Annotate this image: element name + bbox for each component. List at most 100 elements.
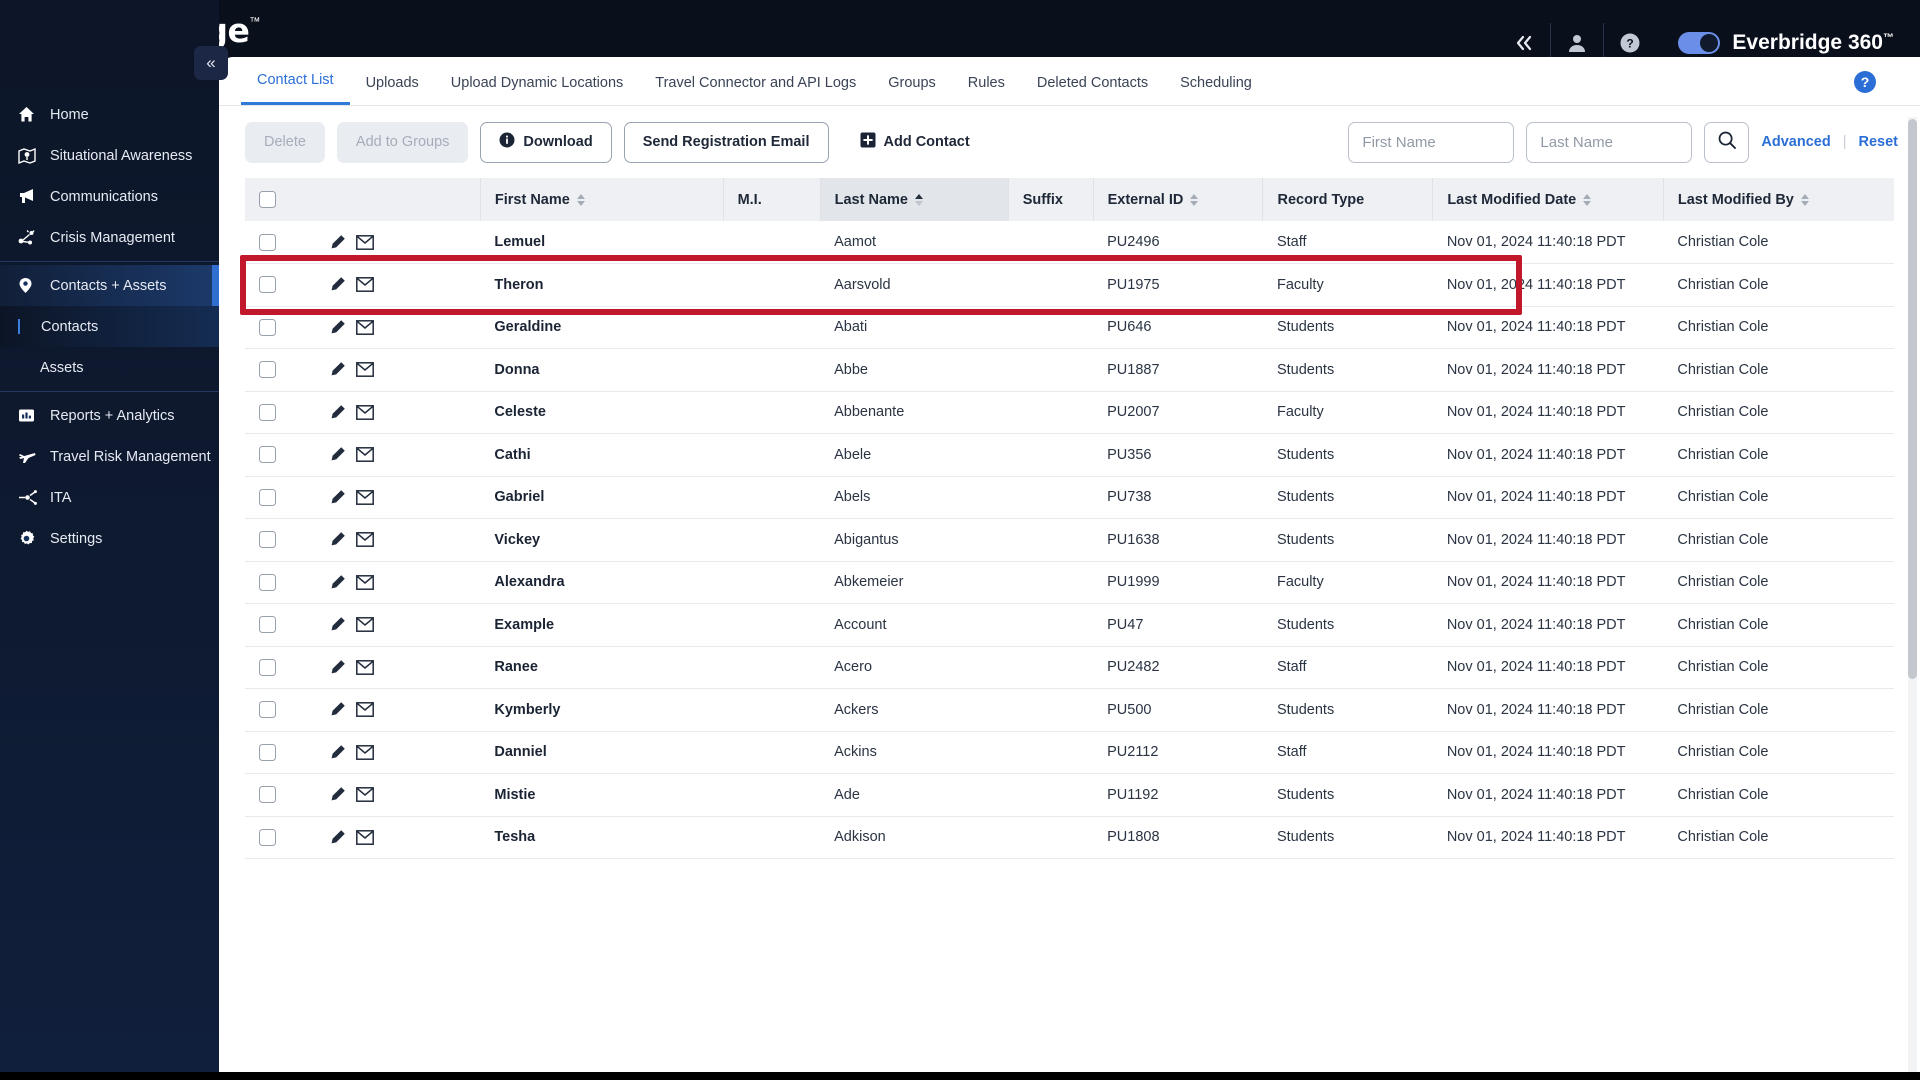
envelope-icon[interactable] [356, 277, 375, 293]
pencil-icon[interactable] [329, 786, 346, 803]
row-checkbox[interactable] [259, 658, 276, 676]
pencil-icon[interactable] [329, 744, 346, 761]
pencil-icon[interactable] [329, 404, 346, 421]
sidebar-item-crisis-management[interactable]: Crisis Management [0, 217, 219, 258]
vertical-scrollbar-thumb[interactable] [1908, 119, 1917, 679]
pencil-icon[interactable] [329, 276, 346, 293]
pencil-icon[interactable] [329, 829, 346, 846]
envelope-icon[interactable] [356, 234, 375, 250]
row-checkbox[interactable] [259, 361, 276, 379]
envelope-icon[interactable] [356, 319, 375, 335]
header-last-modified-by[interactable]: Last Modified By [1662, 178, 1894, 221]
sidebar-collapse-button[interactable]: « [194, 46, 228, 80]
sort-icon[interactable] [1190, 193, 1199, 206]
add-contact-button[interactable]: Add Contact [840, 121, 989, 163]
pencil-icon[interactable] [329, 701, 346, 718]
first-name-search-input[interactable] [1348, 121, 1515, 163]
row-checkbox[interactable] [259, 531, 276, 549]
tab-deleted-contacts[interactable]: Deleted Contacts [1021, 75, 1164, 105]
envelope-icon[interactable] [356, 659, 375, 675]
envelope-icon[interactable] [356, 829, 375, 845]
header-first-name[interactable]: First Name [479, 178, 724, 221]
table-row[interactable]: Gabriel Abels PU738 Students Nov 01, 2024 11… [245, 476, 1894, 519]
sidebar-item-travel-risk-management[interactable]: Travel Risk Management [0, 436, 219, 477]
download-button[interactable]: Download [480, 121, 612, 163]
sort-icon-ascending[interactable] [914, 193, 923, 206]
pencil-icon[interactable] [329, 574, 346, 591]
select-all-checkbox[interactable] [259, 191, 276, 208]
pencil-icon[interactable] [329, 531, 346, 548]
tab-groups[interactable]: Groups [872, 75, 952, 105]
table-row[interactable]: Lemuel Aamot PU2496 Staff Nov 01, 2024 11:40… [245, 221, 1894, 264]
sidebar-item-assets[interactable]: Assets [0, 347, 219, 388]
envelope-icon[interactable] [356, 574, 375, 590]
sidebar-item-contacts[interactable]: Contacts [0, 306, 219, 347]
envelope-icon[interactable] [356, 787, 375, 803]
tab-travel-connector-api-logs[interactable]: Travel Connector and API Logs [639, 75, 872, 105]
sort-icon[interactable] [1583, 193, 1592, 206]
sort-icon[interactable] [576, 193, 585, 206]
pencil-icon[interactable] [329, 361, 346, 378]
pencil-icon[interactable] [329, 234, 346, 251]
pencil-icon[interactable] [329, 319, 346, 336]
table-row[interactable]: Kymberly Ackers PU500 Students Nov 01, 2024 … [245, 688, 1894, 732]
table-row[interactable]: Mistie Ade PU1192 Students Nov 01, 2024 11:4… [245, 773, 1894, 817]
pencil-icon[interactable] [329, 616, 346, 633]
sidebar-item-contacts-assets[interactable]: Contacts + Assets [0, 265, 219, 306]
table-row[interactable]: Danniel Ackins PU2112 Staff Nov 01, 2024 11:… [245, 731, 1894, 774]
table-row[interactable]: Tesha Adkison PU1808 Students Nov 01, 2024 1… [245, 816, 1894, 859]
row-checkbox[interactable] [259, 786, 276, 804]
row-checkbox[interactable] [259, 701, 276, 719]
sidebar-item-communications[interactable]: Communications [0, 176, 219, 217]
row-checkbox[interactable] [259, 318, 276, 336]
header-mi[interactable]: M.I. [722, 178, 821, 221]
search-button[interactable] [1704, 121, 1750, 163]
header-record-type[interactable]: Record Type [1262, 178, 1433, 221]
page-help-icon[interactable]: ? [1854, 71, 1876, 93]
row-checkbox[interactable] [259, 573, 276, 591]
send-registration-email-button[interactable]: Send Registration Email [623, 121, 829, 163]
sidebar-item-situational-awareness[interactable]: Situational Awareness [0, 135, 219, 176]
envelope-icon[interactable] [356, 744, 375, 760]
table-row[interactable]: Alexandra Abkemeier PU1999 Faculty Nov 01, 2… [245, 561, 1894, 604]
sidebar-item-settings[interactable]: Settings [0, 518, 219, 559]
table-row[interactable]: Geraldine Abati PU646 Students Nov 01, 2024 … [245, 306, 1894, 349]
header-last-name[interactable]: Last Name [819, 178, 1009, 221]
table-row-highlighted[interactable]: Theron Aarsvold PU1975 Faculty Nov 01, 2024 … [245, 263, 1894, 307]
row-checkbox[interactable] [259, 828, 276, 846]
sort-icon[interactable] [1800, 193, 1809, 206]
tab-contact-list[interactable]: Contact List [241, 72, 350, 105]
envelope-icon[interactable] [356, 702, 375, 718]
envelope-icon[interactable] [356, 362, 375, 378]
envelope-icon[interactable] [356, 532, 375, 548]
tab-rules[interactable]: Rules [952, 75, 1021, 105]
pencil-icon[interactable] [329, 489, 346, 506]
row-checkbox[interactable] [259, 276, 276, 294]
table-row[interactable]: Ranee Acero PU2482 Staff Nov 01, 2024 11:40:… [245, 646, 1894, 689]
row-checkbox[interactable] [259, 446, 276, 464]
table-row[interactable]: Vickey Abigantus PU1638 Students Nov 01, 202… [245, 518, 1894, 562]
sidebar-item-home[interactable]: Home [0, 94, 219, 135]
envelope-icon[interactable] [356, 447, 375, 463]
header-external-id[interactable]: External ID [1092, 178, 1263, 221]
envelope-icon[interactable] [356, 489, 375, 505]
reset-link[interactable]: Reset [1859, 134, 1899, 150]
row-checkbox[interactable] [259, 616, 276, 634]
envelope-icon[interactable] [356, 617, 375, 633]
table-row[interactable]: Example Account PU47 Students Nov 01, 2024 1… [245, 603, 1894, 647]
envelope-icon[interactable] [356, 404, 375, 420]
row-checkbox[interactable] [259, 488, 276, 506]
row-checkbox[interactable] [259, 403, 276, 421]
pencil-icon[interactable] [329, 446, 346, 463]
tab-upload-dynamic-locations[interactable]: Upload Dynamic Locations [435, 75, 639, 105]
add-to-groups-button[interactable]: Add to Groups [336, 121, 469, 163]
tab-uploads[interactable]: Uploads [350, 75, 435, 105]
sidebar-item-reports-analytics[interactable]: Reports + Analytics [0, 395, 219, 436]
header-last-modified-date[interactable]: Last Modified Date [1432, 178, 1664, 221]
table-row[interactable]: Cathi Abele PU356 Students Nov 01, 2024 11:4… [245, 433, 1894, 477]
sidebar-item-ita[interactable]: ITA [0, 477, 219, 518]
delete-button[interactable]: Delete [245, 121, 325, 163]
row-checkbox[interactable] [259, 743, 276, 761]
table-row[interactable]: Celeste Abbenante PU2007 Faculty Nov 01, 202… [245, 391, 1894, 434]
advanced-search-link[interactable]: Advanced [1761, 134, 1830, 150]
